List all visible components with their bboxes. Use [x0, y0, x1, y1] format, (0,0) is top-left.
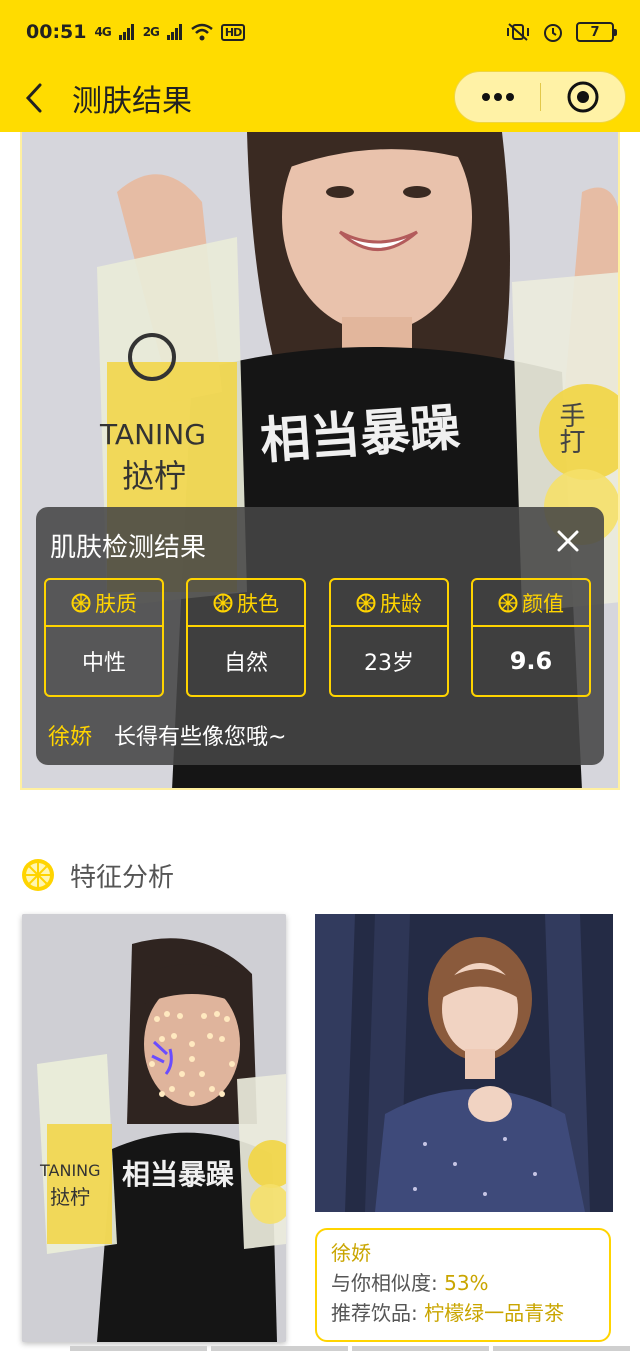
lemon-icon [71, 593, 91, 612]
back-button[interactable] [0, 64, 68, 132]
status-bar: 00:51 4G 2G HD 7 [0, 0, 640, 64]
lemon-icon [213, 593, 233, 612]
metric-skin-type: 肤质 中性 [44, 578, 164, 697]
signal-icon-2 [166, 24, 182, 40]
metric-head: 肤色 [188, 580, 304, 627]
metric-label: 颜值 [522, 591, 564, 616]
status-time: 00:51 [26, 21, 87, 43]
lemon-icon [22, 859, 54, 891]
target-circle-icon [567, 81, 599, 113]
lookalike-name: 徐娇 [48, 725, 93, 750]
metric-head: 肤质 [46, 580, 162, 627]
face-shirt-text: 相当暴躁 [122, 1158, 234, 1191]
metric-label: 肤质 [95, 591, 137, 616]
bottom-tab-segment [211, 1346, 348, 1351]
panel-close-button[interactable] [550, 523, 586, 559]
close-mini-program-button[interactable] [541, 71, 625, 123]
bottom-tab-segment [70, 1346, 207, 1351]
metric-beauty-score: 颜值 9.6 [471, 578, 591, 697]
bag-brand-en: TANING [99, 418, 206, 451]
celebrity-name: 徐娇 [331, 1241, 371, 1265]
network-4g: 4G [94, 25, 111, 39]
section-title: 特征分析 [70, 862, 175, 893]
close-icon [557, 530, 579, 552]
hd-badge: HD [220, 23, 246, 41]
similarity-row: 与你相似度: 53% [331, 1268, 595, 1298]
nav-bar: 测肤结果 [0, 64, 640, 132]
face-bag-brand-cn: 挞柠 [50, 1185, 90, 1209]
page-title: 测肤结果 [72, 84, 192, 119]
drink-label: 推荐饮品: [331, 1301, 425, 1325]
metric-label: 肤龄 [380, 591, 422, 616]
bottom-tab-segment [352, 1346, 489, 1351]
metric-value: 自然 [223, 651, 268, 676]
metric-label: 肤色 [237, 591, 279, 616]
info-name-row: 徐娇 [331, 1238, 595, 1268]
similarity-label: 与你相似度: [331, 1271, 445, 1295]
metric-head: 肤龄 [331, 580, 447, 627]
face-bag-brand-en: TANING [39, 1161, 101, 1180]
metric-skin-color: 肤色 自然 [186, 578, 306, 697]
bag-right-text: 手打 [555, 402, 585, 454]
metric-value: 23岁 [364, 651, 414, 676]
lookalike-info-card: 徐娇 与你相似度: 53% 推荐饮品: 柠檬绿一品青茶 [315, 1228, 611, 1342]
back-arrow-icon [25, 83, 42, 113]
bag-brand-cn: 挞柠 [122, 457, 186, 495]
section-header: 特征分析 [20, 855, 174, 895]
celebrity-illustration [315, 914, 613, 1212]
metric-value: 9.6 [509, 647, 553, 675]
panel-title: 肌肤检测结果 [50, 533, 207, 563]
mute-vibrate-icon [507, 23, 529, 41]
wifi-icon [191, 23, 213, 41]
alarm-icon [544, 24, 562, 42]
ellipsis-icon [481, 93, 514, 101]
lemon-icon [356, 593, 376, 612]
metric-value: 中性 [81, 651, 126, 676]
metric-skin-age: 肤龄 23岁 [329, 578, 449, 697]
bottom-edge [70, 1346, 630, 1351]
status-left: 00:51 4G 2G HD [26, 21, 246, 43]
face-analysis-illustration: 相当暴躁 TANING 挞柠 [22, 914, 286, 1342]
bottom-tab-segment [493, 1346, 630, 1351]
face-analysis-image[interactable]: 相当暴躁 TANING 挞柠 [22, 914, 286, 1342]
drink-row: 推荐饮品: 柠檬绿一品青茶 [331, 1298, 595, 1328]
status-right: 7 [506, 21, 617, 43]
metric-head: 颜值 [473, 580, 589, 627]
lookalike-line: 徐娇 长得有些像您哦~ [48, 719, 286, 751]
signal-icon [118, 24, 134, 40]
similarity-value: 53% [444, 1271, 489, 1295]
lemon-icon [498, 593, 518, 612]
battery-icon: 7 [576, 22, 617, 42]
drink-value[interactable]: 柠檬绿一品青茶 [424, 1301, 564, 1325]
lookalike-text: 长得有些像您哦~ [114, 725, 287, 750]
celebrity-photo[interactable] [315, 914, 613, 1212]
skin-result-panel: 肌肤检测结果 肤质 中性 肤色 自然 肤龄 23岁 颜值 9.6 徐娇 长得有些… [36, 507, 604, 765]
more-button[interactable] [455, 71, 540, 123]
mini-program-capsule [454, 71, 626, 123]
network-2g: 2G [142, 25, 160, 39]
battery-level: 7 [590, 24, 600, 40]
